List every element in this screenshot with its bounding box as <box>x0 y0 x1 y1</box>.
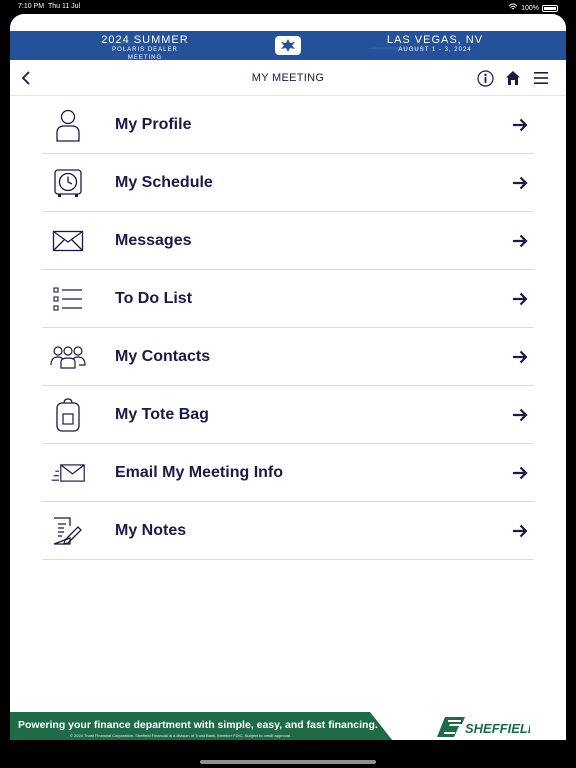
banner-right: LAS VEGAS, NV AUGUST 1 - 3, 2024 <box>380 34 490 54</box>
arrow-right-icon <box>512 292 528 306</box>
battery-percent: 100% <box>521 4 539 12</box>
wifi-icon <box>508 3 518 13</box>
arrow-right-icon <box>512 234 528 248</box>
send-mail-icon <box>50 455 86 491</box>
sheffield-logo: SHEFFIELD <box>435 713 538 739</box>
envelope-icon <box>50 223 86 259</box>
banner-dates: AUGUST 1 - 3, 2024 <box>398 47 472 53</box>
menu-item-label: My Tote Bag <box>115 405 209 423</box>
notes-icon <box>50 513 86 549</box>
home-icon[interactable] <box>504 69 522 87</box>
menu-item-label: Email My Meeting Info <box>115 463 284 481</box>
menu-item-label: Messages <box>115 231 192 249</box>
sponsor-fine-print: © 2024 Truist Financial Corporation. She… <box>70 733 291 738</box>
group-icon <box>50 339 86 375</box>
sheffield-brand-text: SHEFFIELD <box>465 721 530 736</box>
arrow-right-icon <box>512 466 528 480</box>
status-time: 7:10 PM Thu 11 Jul <box>18 3 80 10</box>
arrow-right-icon <box>512 408 528 422</box>
bag-icon <box>50 397 86 433</box>
menu-list: My Profile My Schedule Messages To Do Li… <box>42 96 534 560</box>
home-indicator[interactable] <box>200 760 376 764</box>
menu-item-label: My Schedule <box>115 173 213 191</box>
hamburger-menu-icon[interactable] <box>532 69 550 87</box>
menu-item-my-profile[interactable]: My Profile <box>42 96 534 154</box>
app-screen: 2024 SUMMER POLARIS DEALER MEETING LAS V… <box>10 14 566 754</box>
checklist-icon <box>50 281 86 317</box>
event-banner: 2024 SUMMER POLARIS DEALER MEETING LAS V… <box>10 31 566 62</box>
menu-item-label: My Profile <box>115 115 192 133</box>
status-time-text: 7:10 PM <box>18 3 45 10</box>
info-icon[interactable] <box>476 69 494 87</box>
menu-item-messages[interactable]: Messages <box>42 212 534 270</box>
menu-item-my-schedule[interactable]: My Schedule <box>42 154 534 212</box>
arrow-right-icon <box>512 176 528 190</box>
navigation-bar: MY MEETING <box>10 60 566 96</box>
arrow-right-icon <box>512 350 528 364</box>
banner-event-title: 2024 SUMMER <box>101 34 189 46</box>
menu-item-to-do-list[interactable]: To Do List <box>42 270 534 328</box>
battery-icon <box>542 4 558 12</box>
menu-item-label: My Notes <box>115 521 187 539</box>
banner-left: 2024 SUMMER POLARIS DEALER MEETING <box>95 34 195 62</box>
sponsor-banner: Powering your finance department with si… <box>10 712 393 741</box>
device-frame: 7:10 PM Thu 11 Jul 100% 2024 SUMMER POLA… <box>0 0 576 768</box>
arrow-right-icon <box>512 118 528 132</box>
menu-item-label: To Do List <box>115 289 193 307</box>
sponsor-footer[interactable]: Powering your finance department with si… <box>10 712 566 741</box>
menu-item-my-contacts[interactable]: My Contacts <box>42 328 534 386</box>
menu-item-my-notes[interactable]: My Notes <box>42 502 534 560</box>
arrow-right-icon <box>512 524 528 538</box>
clock-icon <box>50 165 86 201</box>
status-bar: 7:10 PM Thu 11 Jul 100% <box>0 0 576 14</box>
home-indicator-bar <box>0 740 576 768</box>
menu-item-my-tote-bag[interactable]: My Tote Bag <box>42 386 534 444</box>
banner-location: LAS VEGAS, NV <box>386 34 484 46</box>
status-date: Thu 11 Jul <box>47 3 81 10</box>
status-right: 100% <box>508 3 558 13</box>
sponsor-tagline: Powering your finance department with si… <box>18 719 378 731</box>
menu-item-label: My Contacts <box>115 347 211 365</box>
menu-item-email-my-meeting-info[interactable]: Email My Meeting Info <box>42 444 534 502</box>
person-icon <box>50 107 86 143</box>
polaris-logo-icon <box>275 36 301 55</box>
